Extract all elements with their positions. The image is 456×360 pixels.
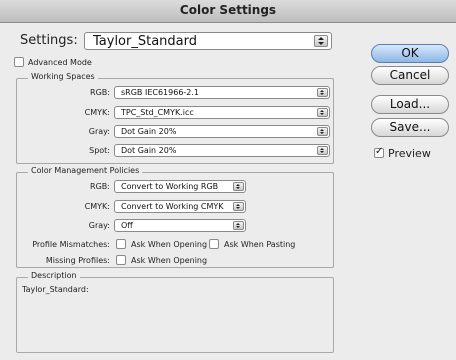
- settings-label: Settings:: [20, 33, 78, 48]
- description-text: Taylor_Standard:: [22, 285, 89, 294]
- policy-cmyk-value: Convert to Working CMYK: [121, 202, 224, 211]
- policy-cmyk-label: CMYK:: [84, 202, 110, 211]
- color-settings-window: Color Settings Settings: Taylor_Standard…: [0, 0, 456, 360]
- chevron-updown-icon: [314, 35, 328, 47]
- policy-rgb-value: Convert to Working RGB: [121, 182, 219, 191]
- profile-mismatches-label: Profile Mismatches:: [32, 240, 110, 249]
- ws-spot-value: Dot Gain 20%: [121, 146, 177, 155]
- title-bar[interactable]: Color Settings: [0, 0, 456, 23]
- ws-rgb-popup[interactable]: sRGB IEC61966-2.1: [114, 86, 330, 99]
- chevron-updown-icon: [233, 202, 244, 211]
- cancel-button[interactable]: Cancel: [371, 66, 449, 85]
- mismatch-opening-checkbox[interactable]: [116, 239, 126, 249]
- settings-popup[interactable]: Taylor_Standard: [84, 32, 332, 50]
- chevron-updown-icon: [317, 146, 328, 155]
- mismatch-pasting-label: Ask When Pasting: [224, 240, 296, 249]
- chevron-updown-icon: [233, 182, 244, 191]
- ws-rgb-label: RGB:: [90, 88, 110, 97]
- chevron-updown-icon: [233, 221, 244, 230]
- ws-gray-popup[interactable]: Dot Gain 20%: [114, 125, 330, 138]
- window-title: Color Settings: [179, 3, 277, 17]
- ok-button[interactable]: OK: [371, 44, 449, 63]
- policy-gray-value: Off: [121, 221, 133, 230]
- chevron-updown-icon: [317, 108, 328, 117]
- ws-spot-popup[interactable]: Dot Gain 20%: [114, 144, 330, 157]
- missing-opening-checkbox[interactable]: [116, 255, 126, 265]
- chevron-updown-icon: [317, 88, 328, 97]
- description-title: Description: [28, 271, 80, 280]
- ws-cmyk-label: CMYK:: [84, 108, 110, 117]
- load-button[interactable]: Load...: [371, 95, 449, 114]
- ws-gray-value: Dot Gain 20%: [121, 127, 177, 136]
- ws-spot-label: Spot:: [89, 146, 110, 155]
- policy-rgb-label: RGB:: [90, 182, 110, 191]
- advanced-mode-label: Advanced Mode: [28, 58, 92, 67]
- missing-opening-label: Ask When Opening: [131, 256, 208, 265]
- policy-gray-label: Gray:: [88, 221, 110, 230]
- policy-cmyk-popup[interactable]: Convert to Working CMYK: [114, 200, 246, 213]
- preview-checkbox[interactable]: [374, 146, 384, 158]
- mismatch-opening-label: Ask When Opening: [131, 240, 208, 249]
- policy-gray-popup[interactable]: Off: [114, 219, 246, 232]
- policy-rgb-popup[interactable]: Convert to Working RGB: [114, 180, 246, 193]
- mismatch-pasting-checkbox[interactable]: [209, 239, 219, 249]
- advanced-mode-checkbox[interactable]: [14, 57, 24, 67]
- ws-cmyk-popup[interactable]: TPC_Std_CMYK.icc: [114, 106, 330, 119]
- preview-label: Preview: [388, 147, 431, 160]
- missing-profiles-label: Missing Profiles:: [45, 256, 110, 265]
- settings-popup-value: Taylor_Standard: [93, 34, 197, 49]
- policies-title: Color Management Policies: [28, 166, 143, 175]
- ws-cmyk-value: TPC_Std_CMYK.icc: [121, 108, 194, 117]
- ws-gray-label: Gray:: [88, 127, 110, 136]
- save-button[interactable]: Save...: [371, 118, 449, 137]
- working-spaces-title: Working Spaces: [28, 72, 98, 81]
- chevron-updown-icon: [317, 127, 328, 136]
- ws-rgb-value: sRGB IEC61966-2.1: [121, 88, 200, 97]
